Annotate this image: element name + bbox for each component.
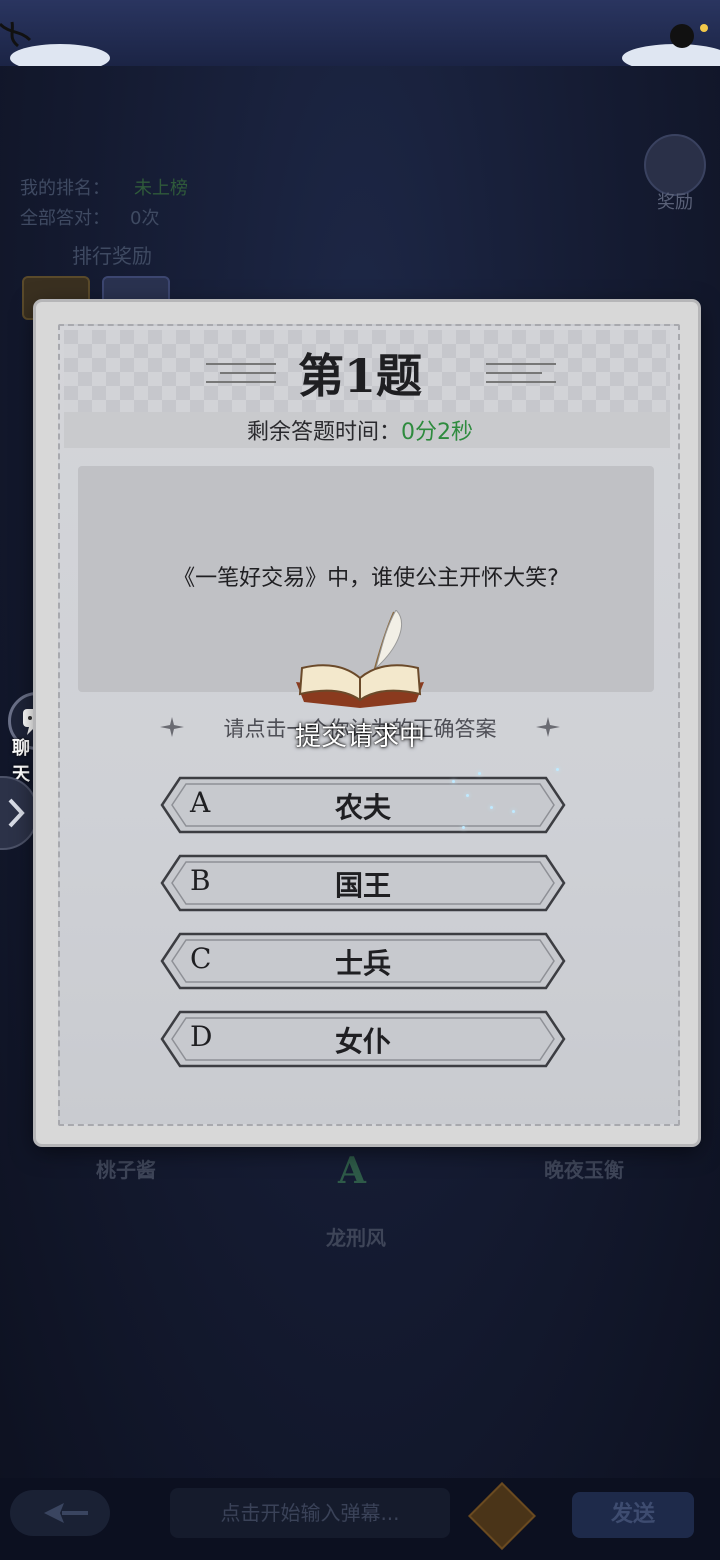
option-d-text: 女仆 (334, 1025, 391, 1058)
danmaku-input[interactable]: 点击开始输入弹幕... (170, 1488, 450, 1538)
side-expand-button[interactable] (0, 776, 38, 850)
sparkle-particle (466, 794, 469, 797)
cloud-tree-decoration (0, 21, 110, 70)
option-d-button[interactable]: D 女仆 (158, 1008, 568, 1070)
rank-value: 未上榜 (134, 178, 188, 199)
back-button[interactable] (10, 1490, 110, 1536)
reward-button[interactable]: 奖励 (640, 134, 710, 220)
cloud-cat-decoration (622, 24, 720, 70)
timer: 剩余答题时间：0分2秒 (0, 414, 720, 446)
question-number-title: 第1题 (297, 349, 422, 403)
all-correct-value: 0次 (130, 208, 160, 229)
back-arrow-icon (44, 1503, 88, 1523)
sparkle-particle (512, 810, 515, 813)
option-c-button[interactable]: C 士兵 (158, 930, 568, 992)
sparkle-particle (462, 826, 465, 829)
all-correct-label: 全部答对： (20, 208, 110, 229)
sparkle-particle (490, 806, 493, 809)
option-b-button[interactable]: B 国王 (158, 852, 568, 914)
timer-value: 0分2秒 (401, 420, 473, 445)
option-b-text: 国王 (334, 869, 391, 902)
option-a-button[interactable]: A 农夫 (158, 774, 568, 836)
sparkle-particle (452, 780, 455, 783)
gift-icon (644, 134, 706, 196)
player-name-right: 晚夜玉衡 (544, 1158, 624, 1182)
chevron-right-icon (8, 798, 25, 828)
question-text: 《一笔好交易》中，谁使公主开怀大笑? (173, 566, 559, 591)
player-name-center: 龙刑风 (326, 1226, 386, 1250)
option-a-text: 农夫 (334, 791, 391, 824)
timer-label: 剩余答题时间： (246, 420, 401, 445)
loading-text: 提交请求中 (294, 722, 425, 752)
rank-label: 我的排名： (20, 178, 110, 199)
option-c-text: 士兵 (334, 947, 391, 980)
open-book-quill-icon (296, 610, 424, 708)
rank-badge: A (338, 1150, 366, 1192)
sparkle-particle (478, 772, 481, 775)
send-button[interactable]: 发送 (572, 1492, 694, 1538)
ranking-reward-link[interactable]: 排行奖励 (72, 240, 152, 269)
player-name-left: 桃子酱 (96, 1158, 156, 1182)
reward-button-label: 奖励 (657, 192, 693, 213)
sparkle-particle (556, 768, 559, 771)
